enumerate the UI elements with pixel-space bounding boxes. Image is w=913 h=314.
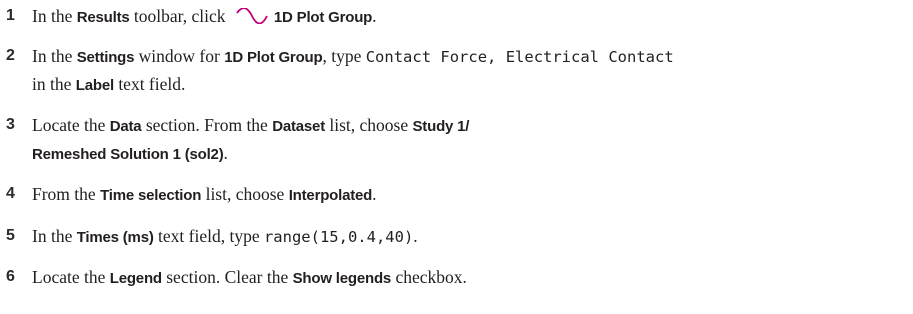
- instruction-steps: 1 In the Results toolbar, click 1D Plot …: [0, 0, 913, 314]
- text: text field.: [113, 74, 186, 94]
- ui-term-1d-plot-group: 1D Plot Group: [224, 49, 323, 66]
- step-number: 2: [6, 47, 15, 64]
- step-number: 6: [6, 268, 15, 285]
- code-text: range(15,0.4,40): [263, 228, 414, 246]
- text: checkbox.: [391, 267, 467, 287]
- step-text: From the Time selection list, choose Int…: [32, 180, 377, 210]
- sine-wave-plot-icon: [236, 4, 268, 32]
- step-number: 1: [6, 7, 15, 24]
- ui-term-times-ms: Times (ms): [76, 229, 154, 246]
- step-text: Remeshed Solution 1 (sol2).: [32, 139, 228, 169]
- step-number: 4: [6, 185, 15, 202]
- text: , type: [322, 46, 366, 66]
- ui-term-data: Data: [109, 118, 142, 135]
- ui-term-legend: Legend: [109, 270, 162, 287]
- step-text: in the Label text field.: [32, 70, 185, 100]
- text: From the: [32, 184, 101, 204]
- text: .: [372, 6, 377, 26]
- ui-term-show-legends: Show legends: [292, 270, 392, 287]
- text: text field, type: [153, 226, 264, 246]
- text: toolbar, click: [129, 6, 230, 26]
- ui-term-dataset: Dataset: [272, 118, 325, 135]
- ui-term-settings: Settings: [76, 49, 135, 66]
- ui-term-interpolated: Interpolated: [288, 187, 373, 204]
- step-text: In the Results toolbar, click 1D Plot Gr…: [32, 2, 377, 32]
- ui-term-time-selection: Time selection: [100, 187, 202, 204]
- text: In the: [32, 46, 77, 66]
- text: list, choose: [325, 115, 413, 135]
- text: in the: [32, 74, 76, 94]
- text: section. Clear the: [161, 267, 293, 287]
- step-text: In the Times (ms) text field, type range…: [32, 222, 418, 252]
- ui-term-remeshed-solution: Remeshed Solution 1 (sol2): [32, 146, 224, 163]
- ui-term-label: Label: [75, 77, 114, 94]
- text: .: [372, 184, 377, 204]
- text: .: [223, 143, 228, 163]
- ui-term-1d-plot-group: 1D Plot Group: [273, 9, 373, 26]
- ui-term-study: Study 1/: [412, 118, 470, 135]
- step-text: Locate the Legend section. Clear the Sho…: [32, 263, 467, 293]
- text: .: [413, 226, 418, 246]
- text: Locate the: [32, 115, 110, 135]
- step-text: In the Settings window for 1D Plot Group…: [32, 42, 674, 72]
- step-number: 3: [6, 116, 15, 133]
- code-text: Contact Force, Electrical Contact: [365, 48, 674, 66]
- step-text: Locate the Data section. From the Datase…: [32, 111, 469, 141]
- text: In the: [32, 226, 77, 246]
- text: window for: [134, 46, 225, 66]
- ui-term-results: Results: [76, 9, 130, 26]
- text: list, choose: [201, 184, 289, 204]
- text: Locate the: [32, 267, 110, 287]
- step-number: 5: [6, 227, 15, 244]
- text: section. From the: [141, 115, 273, 135]
- text: In the: [32, 6, 77, 26]
